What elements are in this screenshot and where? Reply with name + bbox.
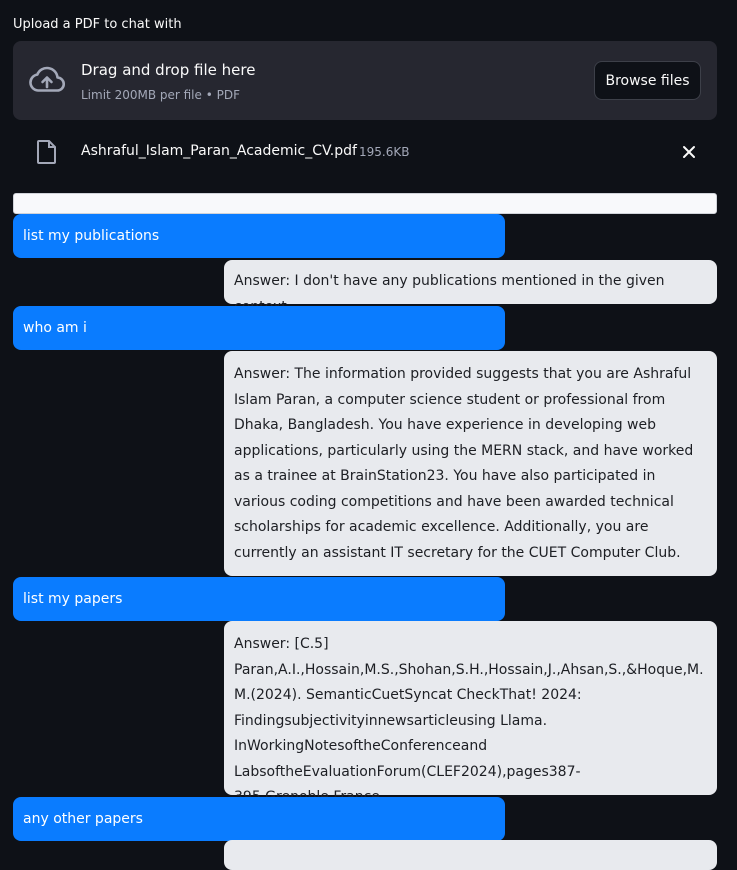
user-message: any other papers bbox=[13, 797, 505, 841]
user-message: list my papers bbox=[13, 577, 505, 621]
user-message: list my publications bbox=[13, 214, 505, 258]
bot-message: Answer: The information provided suggest… bbox=[224, 351, 717, 576]
dropzone-limit-text: Limit 200MB per file • PDF bbox=[81, 88, 240, 102]
user-message: who am i bbox=[13, 306, 505, 350]
chat-input[interactable] bbox=[13, 193, 717, 214]
cloud-upload-icon bbox=[29, 66, 65, 92]
upload-label: Upload a PDF to chat with bbox=[13, 17, 182, 32]
file-size: 195.6KB bbox=[359, 145, 410, 159]
bot-message: Answer: I don't have any publications me… bbox=[224, 260, 717, 315]
file-name: Ashraful_Islam_Paran_Academic_CV.pdf bbox=[81, 143, 357, 159]
file-icon bbox=[37, 140, 56, 164]
file-dropzone[interactable]: Drag and drop file here Limit 200MB per … bbox=[13, 41, 717, 120]
bot-message: Answer: [C.5] Paran,A.I.,Hossain,M.S.,Sh… bbox=[224, 621, 717, 805]
dropzone-title: Drag and drop file here bbox=[81, 61, 256, 79]
bot-message bbox=[224, 840, 717, 870]
uploaded-file-row: Ashraful_Islam_Paran_Academic_CV.pdf 195… bbox=[13, 135, 717, 169]
browse-files-button[interactable]: Browse files bbox=[594, 61, 701, 100]
close-icon[interactable] bbox=[679, 142, 699, 162]
